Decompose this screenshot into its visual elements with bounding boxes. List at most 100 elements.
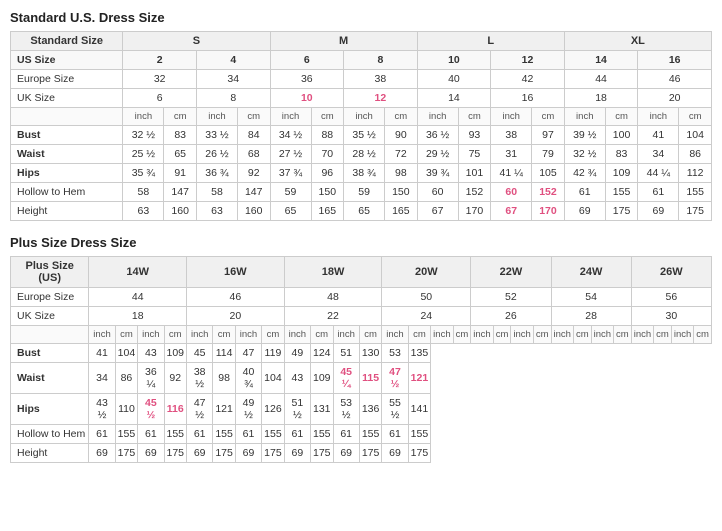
cell: 61: [382, 425, 408, 444]
cell: 105: [532, 164, 565, 183]
cell: 58: [196, 183, 237, 202]
cell: 38 ½: [187, 363, 213, 394]
table-row: Waist25 ½6526 ½6827 ½7028 ½7229 ½7531793…: [11, 145, 712, 164]
cell: 34: [89, 363, 115, 394]
cell: 27 ½: [270, 145, 311, 164]
plus-size-group-row: Plus Size (US) 14W 16W 18W 20W 22W 24W 2…: [11, 257, 712, 288]
punit-i10: inch: [511, 326, 533, 344]
plus-table: Plus Size (US) 14W 16W 18W 20W 22W 24W 2…: [10, 256, 712, 463]
cell: 61: [187, 425, 213, 444]
cell: 112: [679, 164, 712, 183]
table-row: Bust32 ½8333 ½8434 ½8835 ½9036 ½93389739…: [11, 126, 712, 145]
cell: 29 ½: [417, 145, 458, 164]
cell: 147: [237, 183, 270, 202]
cell: 55 ½: [382, 394, 408, 425]
punit-c12: cm: [614, 326, 632, 344]
cell: 175: [213, 444, 236, 463]
cell: 165: [311, 202, 344, 221]
cell: 175: [164, 444, 187, 463]
cell: 41: [638, 126, 679, 145]
cell: 79: [532, 145, 565, 164]
cell: 109: [310, 363, 333, 394]
punit-i9: inch: [471, 326, 493, 344]
cell: 45 ¼: [333, 363, 359, 394]
cell: 124: [310, 344, 333, 363]
table-row: Hips35 ¾9136 ¾9237 ¾9638 ¾9839 ¾10141 ¼1…: [11, 164, 712, 183]
table-row: Hips43 ½11045 ½11647 ½12149 ½12651 ½1315…: [11, 394, 712, 425]
cell: 175: [115, 444, 138, 463]
us-size-row: US Size 2 4 6 8 10 12 14 16: [11, 51, 712, 70]
table-row: Hollow to Hem581475814759150591506015260…: [11, 183, 712, 202]
cell: 45 ½: [138, 394, 164, 425]
row-label: Height: [11, 444, 89, 463]
punit-c5: cm: [310, 326, 333, 344]
cell: 135: [408, 344, 431, 363]
us-14: 14: [564, 51, 638, 70]
l-header: L: [417, 32, 564, 51]
punit-i6: inch: [333, 326, 359, 344]
cell: 119: [262, 344, 285, 363]
cell: 69: [138, 444, 164, 463]
punit-i5: inch: [284, 326, 310, 344]
cell: 69: [235, 444, 261, 463]
uk-18: 18: [564, 89, 638, 108]
p-24w: 24W: [551, 257, 631, 288]
uk-label: UK Size: [11, 89, 123, 108]
cell: 45: [187, 344, 213, 363]
eu-42: 42: [491, 70, 565, 89]
eu-46: 46: [638, 70, 712, 89]
punit-i14: inch: [671, 326, 693, 344]
us-8: 8: [344, 51, 418, 70]
p-18w: 18W: [284, 257, 382, 288]
cell: 47: [235, 344, 261, 363]
cell: 43 ½: [89, 394, 115, 425]
cell: 130: [359, 344, 382, 363]
punit-c6: cm: [359, 326, 382, 344]
punit-c7: cm: [408, 326, 431, 344]
punit-c10: cm: [533, 326, 551, 344]
row-label: Bust: [11, 344, 89, 363]
us-16: 16: [638, 51, 712, 70]
row-label: Waist: [11, 363, 89, 394]
cell: 155: [213, 425, 236, 444]
cell: 36 ¼: [138, 363, 164, 394]
europe-label: Europe Size: [11, 70, 123, 89]
unit-inch-3: inch: [270, 108, 311, 126]
punit-i4: inch: [235, 326, 261, 344]
cell: 97: [532, 126, 565, 145]
cell: 31: [491, 145, 532, 164]
cell: 70: [311, 145, 344, 164]
cell: 155: [605, 183, 638, 202]
cell: 42 ¾: [564, 164, 605, 183]
uk-14: 14: [417, 89, 491, 108]
cell: 175: [605, 202, 638, 221]
cell: 59: [270, 183, 311, 202]
cell: 175: [310, 444, 333, 463]
unit-empty: [11, 108, 123, 126]
eu-44: 44: [564, 70, 638, 89]
cell: 141: [408, 394, 431, 425]
peu-56: 56: [631, 288, 711, 307]
cell: 25 ½: [123, 145, 164, 164]
cell: 33 ½: [196, 126, 237, 145]
p-16w: 16W: [187, 257, 285, 288]
europe-size-row: Europe Size 32 34 36 38 40 42 44 46: [11, 70, 712, 89]
puk-18: 18: [89, 307, 187, 326]
unit-inch-7: inch: [564, 108, 605, 126]
cell: 115: [359, 363, 382, 394]
punit-c1: cm: [115, 326, 138, 344]
uk-16: 16: [491, 89, 565, 108]
cell: 110: [115, 394, 138, 425]
plus-size-label-header: Plus Size (US): [11, 257, 89, 288]
cell: 34 ½: [270, 126, 311, 145]
cell: 61: [138, 425, 164, 444]
uk-12: 12: [344, 89, 418, 108]
table-row: Waist348636 ¼9238 ½9840 ¾1044310945 ¼115…: [11, 363, 712, 394]
cell: 152: [458, 183, 491, 202]
cell: 40 ¾: [235, 363, 261, 394]
cell: 63: [123, 202, 164, 221]
unit-cm-3: cm: [311, 108, 344, 126]
cell: 68: [237, 145, 270, 164]
cell: 61: [235, 425, 261, 444]
row-label: Hollow to Hem: [11, 183, 123, 202]
